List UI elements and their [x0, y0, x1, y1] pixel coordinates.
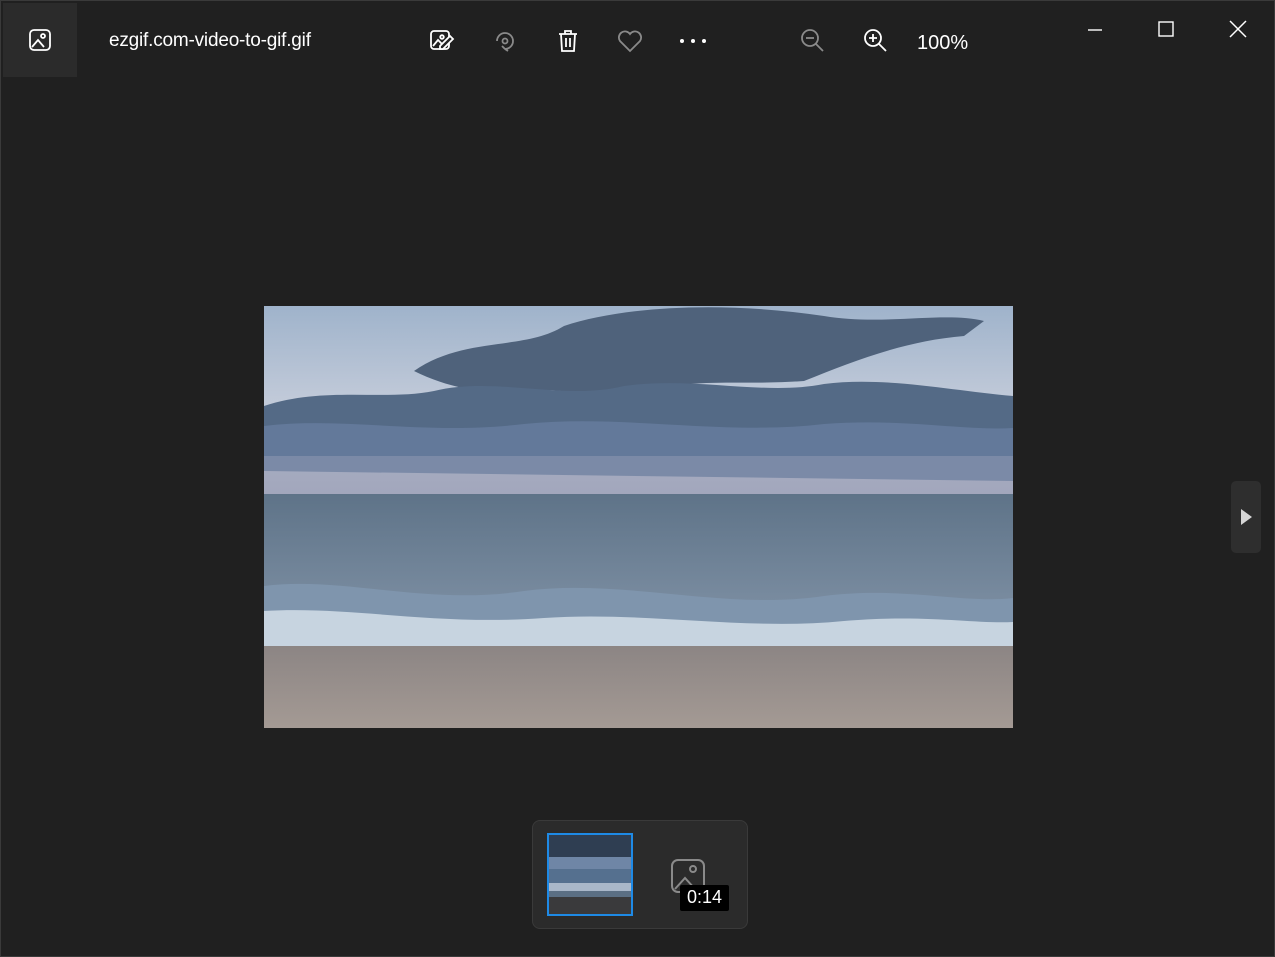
edit-image-button[interactable]: [422, 21, 462, 61]
close-icon: [1228, 19, 1248, 39]
app-icon-button[interactable]: [3, 3, 77, 77]
title-bar: ezgif.com-video-to-gif.gif 100%: [1, 1, 1275, 79]
photos-app-icon: [27, 27, 53, 53]
trash-icon: [555, 28, 581, 54]
maximize-button[interactable]: [1141, 9, 1191, 49]
delete-button[interactable]: [548, 21, 588, 61]
rotate-button[interactable]: [485, 21, 525, 61]
rotate-icon: [491, 27, 519, 55]
next-image-button[interactable]: [1231, 481, 1261, 553]
edit-image-icon: [428, 27, 456, 55]
zoom-in-icon: [862, 27, 890, 55]
zoom-out-icon: [799, 27, 827, 55]
zoom-level[interactable]: 100%: [917, 32, 968, 55]
maximize-icon: [1157, 20, 1175, 38]
zoom-out-button[interactable]: [793, 21, 833, 61]
minimize-icon: [1086, 20, 1104, 38]
play-right-icon: [1239, 508, 1253, 526]
filmstrip-thumbnail-selected[interactable]: [547, 833, 633, 916]
duration-tooltip: 0:14: [680, 885, 730, 911]
thumbnail-image: [549, 835, 631, 914]
heart-icon: [616, 28, 644, 54]
photos-window: ezgif.com-video-to-gif.gif 100% 0:14: [0, 0, 1275, 957]
beach-photo: [264, 306, 1013, 728]
filmstrip: 0:14: [532, 820, 748, 929]
minimize-button[interactable]: [1070, 9, 1120, 49]
more-button[interactable]: [673, 21, 713, 61]
favorite-button[interactable]: [610, 21, 650, 61]
zoom-in-button[interactable]: [856, 21, 896, 61]
close-button[interactable]: [1213, 9, 1263, 49]
displayed-image[interactable]: [264, 306, 1013, 728]
window-title: ezgif.com-video-to-gif.gif: [109, 30, 311, 51]
more-icon: [677, 37, 709, 45]
